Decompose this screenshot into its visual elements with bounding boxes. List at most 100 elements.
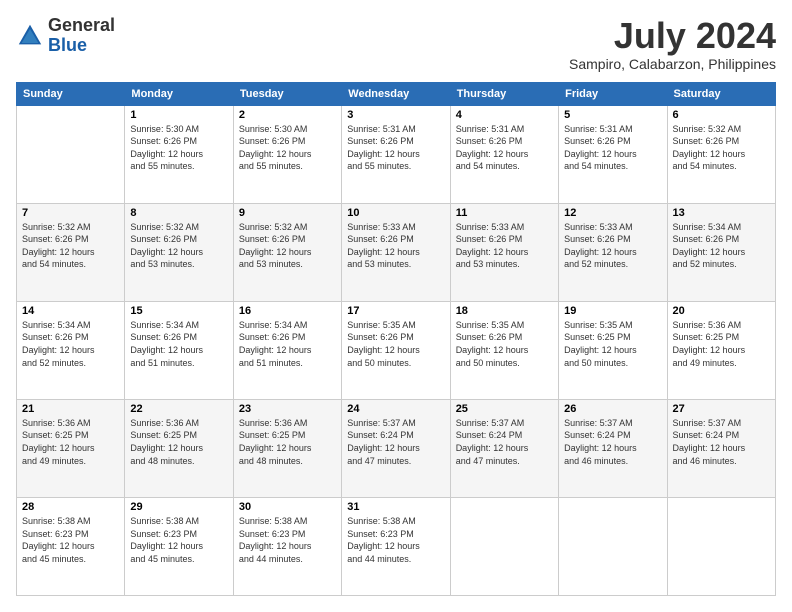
table-row: 2Sunrise: 5:30 AM Sunset: 6:26 PM Daylig… (233, 105, 341, 203)
table-row: 9 Sunrise: 5:32 AM Sunset: 6:26 PM Daylig… (233, 203, 341, 301)
day-number: 23 (239, 403, 336, 415)
calendar-week-row: 28 Sunrise: 5:38 AM Sunset: 6:23 PM Dayli… (17, 497, 776, 595)
table-row: 22Sunrise: 5:36 AM Sunset: 6:25 PM Dayli… (125, 399, 233, 497)
day-number: 18 (456, 305, 553, 317)
table-row: 5 Sunrise: 5:31 AM Sunset: 6:26 PM Daylig… (559, 105, 667, 203)
day-number: 22 (130, 403, 227, 415)
table-row: 3 Sunrise: 5:31 AM Sunset: 6:26 PM Daylig… (342, 105, 450, 203)
title-block: July 2024 Sampiro, Calabarzon, Philippin… (569, 16, 776, 72)
day-number: 11 (456, 207, 553, 219)
table-row: 14Sunrise: 5:34 AM Sunset: 6:26 PM Dayli… (17, 301, 125, 399)
day-info: Sunrise: 5:37 AM Sunset: 6:24 PM Dayligh… (673, 417, 770, 467)
day-number: 1 (130, 109, 227, 121)
day-info: Sunrise: 5:37 AM Sunset: 6:24 PM Dayligh… (456, 417, 553, 467)
table-row: 18 Sunrise: 5:35 AM Sunset: 6:26 PM Dayli… (450, 301, 558, 399)
day-info: Sunrise: 5:34 AM Sunset: 6:26 PM Dayligh… (130, 319, 227, 369)
table-row: 15 Sunrise: 5:34 AM Sunset: 6:26 PM Dayli… (125, 301, 233, 399)
day-info: Sunrise: 5:32 AM Sunset: 6:26 PM Dayligh… (239, 221, 336, 271)
day-info: Sunrise: 5:31 AM Sunset: 6:26 PM Dayligh… (347, 123, 444, 173)
day-number: 10 (347, 207, 444, 219)
header-thursday: Thursday (450, 82, 558, 105)
day-number: 27 (673, 403, 770, 415)
day-info: Sunrise: 5:35 AM Sunset: 6:25 PM Dayligh… (564, 319, 661, 369)
day-number: 24 (347, 403, 444, 415)
page: General Blue July 2024 Sampiro, Calabarz… (0, 0, 792, 612)
header-saturday: Saturday (667, 82, 775, 105)
day-info: Sunrise: 5:32 AM Sunset: 6:26 PM Dayligh… (22, 221, 119, 271)
logo-blue: Blue (48, 35, 87, 55)
calendar-week-row: 1 Sunrise: 5:30 AM Sunset: 6:26 PM Daylig… (17, 105, 776, 203)
day-number: 7 (22, 207, 119, 219)
day-number: 4 (456, 109, 553, 121)
header-tuesday: Tuesday (233, 82, 341, 105)
day-info: Sunrise: 5:37 AM Sunset: 6:24 PM Dayligh… (564, 417, 661, 467)
day-number: 30 (239, 501, 336, 513)
day-info: Sunrise: 5:37 AM Sunset: 6:24 PM Dayligh… (347, 417, 444, 467)
day-info: Sunrise: 5:36 AM Sunset: 6:25 PM Dayligh… (239, 417, 336, 467)
day-info: Sunrise: 5:38 AM Sunset: 6:23 PM Dayligh… (22, 515, 119, 565)
table-row: 7 Sunrise: 5:32 AM Sunset: 6:26 PM Daylig… (17, 203, 125, 301)
day-number: 28 (22, 501, 119, 513)
table-row: 19Sunrise: 5:35 AM Sunset: 6:25 PM Dayli… (559, 301, 667, 399)
day-info: Sunrise: 5:30 AM Sunset: 6:26 PM Dayligh… (130, 123, 227, 173)
day-info: Sunrise: 5:34 AM Sunset: 6:26 PM Dayligh… (673, 221, 770, 271)
day-info: Sunrise: 5:34 AM Sunset: 6:26 PM Dayligh… (22, 319, 119, 369)
table-row (450, 497, 558, 595)
table-row: 25 Sunrise: 5:37 AM Sunset: 6:24 PM Dayli… (450, 399, 558, 497)
day-number: 2 (239, 109, 336, 121)
location: Sampiro, Calabarzon, Philippines (569, 56, 776, 72)
day-number: 15 (130, 305, 227, 317)
day-info: Sunrise: 5:35 AM Sunset: 6:26 PM Dayligh… (347, 319, 444, 369)
day-number: 20 (673, 305, 770, 317)
table-row: 28 Sunrise: 5:38 AM Sunset: 6:23 PM Dayli… (17, 497, 125, 595)
logo: General Blue (16, 16, 115, 56)
calendar-table: Sunday Monday Tuesday Wednesday Thursday… (16, 82, 776, 596)
table-row: 6 Sunrise: 5:32 AM Sunset: 6:26 PM Daylig… (667, 105, 775, 203)
day-number: 3 (347, 109, 444, 121)
table-row (667, 497, 775, 595)
table-row: 12 Sunrise: 5:33 AM Sunset: 6:26 PM Dayli… (559, 203, 667, 301)
day-info: Sunrise: 5:38 AM Sunset: 6:23 PM Dayligh… (130, 515, 227, 565)
table-row: 24 Sunrise: 5:37 AM Sunset: 6:24 PM Dayli… (342, 399, 450, 497)
table-row: 20Sunrise: 5:36 AM Sunset: 6:25 PM Dayli… (667, 301, 775, 399)
day-info: Sunrise: 5:31 AM Sunset: 6:26 PM Dayligh… (564, 123, 661, 173)
table-row: 8Sunrise: 5:32 AM Sunset: 6:26 PM Daylig… (125, 203, 233, 301)
header-sunday: Sunday (17, 82, 125, 105)
day-info: Sunrise: 5:32 AM Sunset: 6:26 PM Dayligh… (130, 221, 227, 271)
table-row (559, 497, 667, 595)
table-row: 17 Sunrise: 5:35 AM Sunset: 6:26 PM Dayli… (342, 301, 450, 399)
logo-general: General (48, 15, 115, 35)
day-info: Sunrise: 5:35 AM Sunset: 6:26 PM Dayligh… (456, 319, 553, 369)
day-number: 12 (564, 207, 661, 219)
table-row: 4 Sunrise: 5:31 AM Sunset: 6:26 PM Daylig… (450, 105, 558, 203)
day-number: 29 (130, 501, 227, 513)
day-info: Sunrise: 5:32 AM Sunset: 6:26 PM Dayligh… (673, 123, 770, 173)
table-row: 30 Sunrise: 5:38 AM Sunset: 6:23 PM Dayli… (233, 497, 341, 595)
day-number: 5 (564, 109, 661, 121)
day-number: 25 (456, 403, 553, 415)
day-info: Sunrise: 5:31 AM Sunset: 6:26 PM Dayligh… (456, 123, 553, 173)
day-info: Sunrise: 5:34 AM Sunset: 6:26 PM Dayligh… (239, 319, 336, 369)
day-number: 6 (673, 109, 770, 121)
day-number: 16 (239, 305, 336, 317)
day-info: Sunrise: 5:33 AM Sunset: 6:26 PM Dayligh… (564, 221, 661, 271)
day-number: 26 (564, 403, 661, 415)
day-info: Sunrise: 5:36 AM Sunset: 6:25 PM Dayligh… (22, 417, 119, 467)
calendar-header-row: Sunday Monday Tuesday Wednesday Thursday… (17, 82, 776, 105)
day-number: 21 (22, 403, 119, 415)
calendar-week-row: 14Sunrise: 5:34 AM Sunset: 6:26 PM Dayli… (17, 301, 776, 399)
day-info: Sunrise: 5:38 AM Sunset: 6:23 PM Dayligh… (347, 515, 444, 565)
table-row: 13Sunrise: 5:34 AM Sunset: 6:26 PM Dayli… (667, 203, 775, 301)
logo-icon (16, 22, 44, 50)
calendar-week-row: 21 Sunrise: 5:36 AM Sunset: 6:25 PM Dayli… (17, 399, 776, 497)
month-year: July 2024 (569, 16, 776, 56)
day-number: 17 (347, 305, 444, 317)
day-info: Sunrise: 5:38 AM Sunset: 6:23 PM Dayligh… (239, 515, 336, 565)
day-info: Sunrise: 5:33 AM Sunset: 6:26 PM Dayligh… (456, 221, 553, 271)
header-wednesday: Wednesday (342, 82, 450, 105)
table-row: 23 Sunrise: 5:36 AM Sunset: 6:25 PM Dayli… (233, 399, 341, 497)
logo-text: General Blue (48, 16, 115, 56)
day-number: 9 (239, 207, 336, 219)
calendar-week-row: 7 Sunrise: 5:32 AM Sunset: 6:26 PM Daylig… (17, 203, 776, 301)
table-row: 16 Sunrise: 5:34 AM Sunset: 6:26 PM Dayli… (233, 301, 341, 399)
